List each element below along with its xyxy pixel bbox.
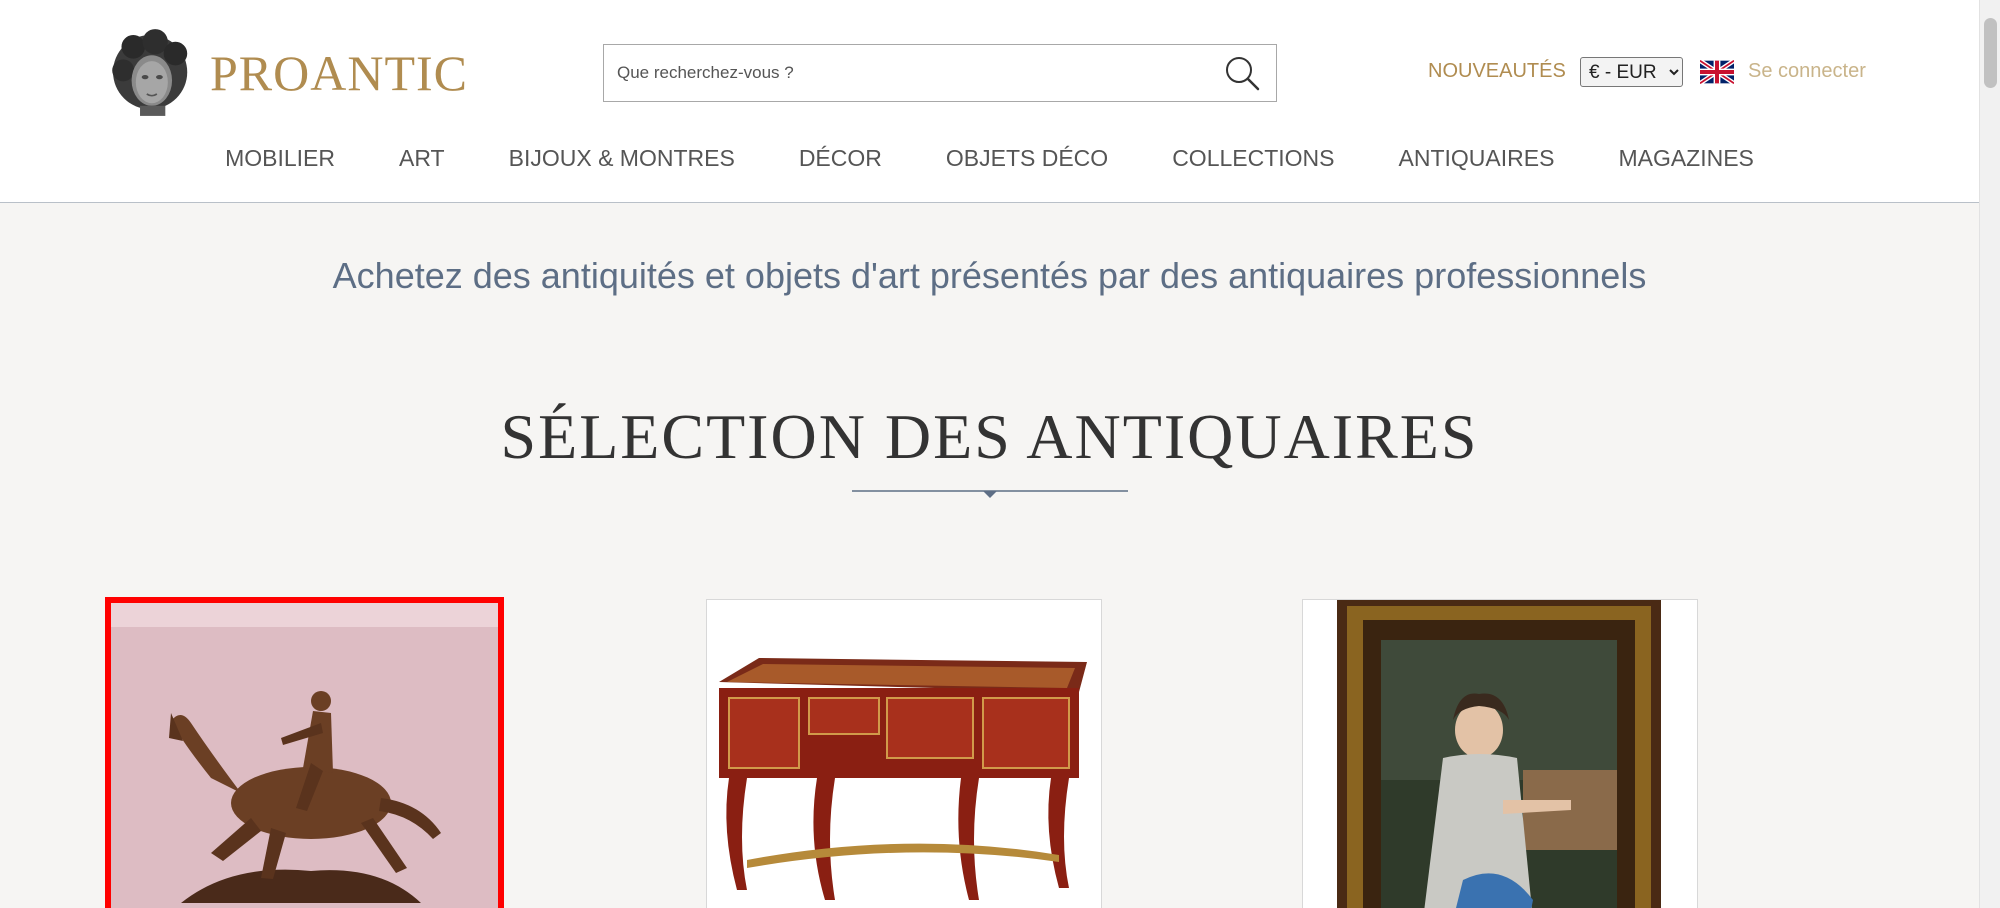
search-bar xyxy=(603,44,1277,102)
nav-item-art[interactable]: ART xyxy=(399,145,445,185)
bronze-horse-image xyxy=(111,603,498,908)
scrollbar-thumb[interactable] xyxy=(1984,18,1997,88)
main-nav: MOBILIER ART BIJOUX & MONTRES DÉCOR OBJE… xyxy=(0,145,1979,185)
brand-name: PROANTIC xyxy=(209,44,468,101)
portrait-painting-image xyxy=(1303,600,1697,908)
nav-item-collections[interactable]: COLLECTIONS xyxy=(1172,145,1334,185)
nav-item-bijoux-montres[interactable]: BIJOUX & MONTRES xyxy=(509,145,735,185)
nav-item-mobilier[interactable]: MOBILIER xyxy=(225,145,335,185)
nouveautes-link[interactable]: NOUVEAUTÉS xyxy=(1428,60,1566,83)
nav-item-antiquaires[interactable]: ANTIQUAIRES xyxy=(1399,145,1555,185)
uk-flag-icon[interactable] xyxy=(1700,60,1734,84)
currency-select[interactable]: € - EUR xyxy=(1580,57,1683,87)
site-header: PROANTIC NOUVEAUTÉS € - EUR Se connecter… xyxy=(0,0,1979,203)
search-input[interactable] xyxy=(604,45,1222,101)
page-scrollbar[interactable] xyxy=(1979,0,2000,908)
product-card-bronze-horse[interactable] xyxy=(105,597,504,908)
title-divider xyxy=(852,490,1128,498)
product-card-portrait-painting[interactable] xyxy=(1302,599,1698,908)
logo-link[interactable]: PROANTIC xyxy=(108,20,468,125)
boulle-desk-image xyxy=(707,600,1101,908)
nav-item-objets-deco[interactable]: OBJETS DÉCO xyxy=(946,145,1108,185)
section-title: SÉLECTION DES ANTIQUAIRES xyxy=(500,401,1479,472)
nav-item-magazines[interactable]: MAGAZINES xyxy=(1618,145,1753,185)
login-link[interactable]: Se connecter xyxy=(1748,60,1866,83)
nav-item-decor[interactable]: DÉCOR xyxy=(799,145,882,185)
search-icon[interactable] xyxy=(1222,53,1262,93)
product-card-boulle-desk[interactable] xyxy=(706,599,1102,908)
logo-head-icon xyxy=(112,29,188,116)
page-tagline: Achetez des antiquités et objets d'art p… xyxy=(332,255,1647,296)
